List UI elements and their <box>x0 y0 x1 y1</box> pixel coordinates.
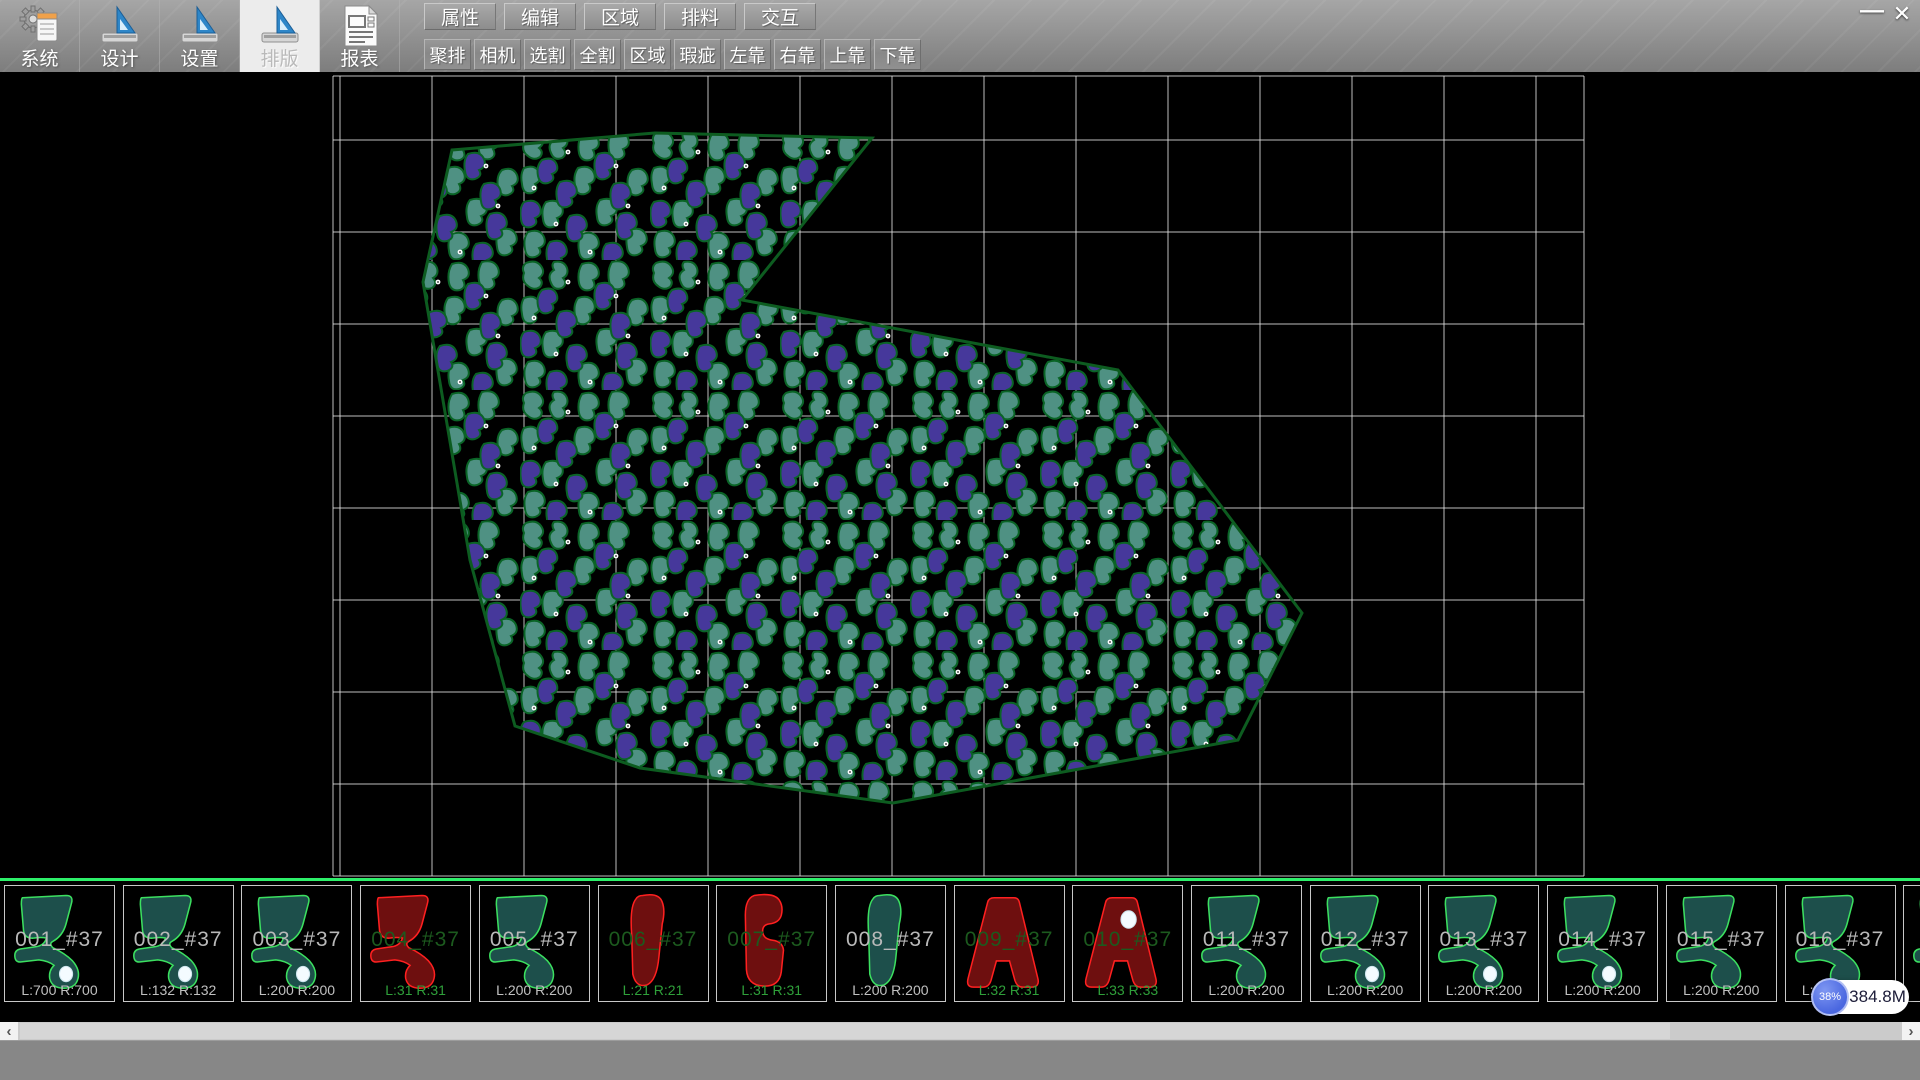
tool-snap-left[interactable]: 左靠 <box>724 39 771 70</box>
menu-nesting[interactable]: 排料 <box>664 3 736 30</box>
filmstrip-item[interactable]: 009_#37L:32 R:31 <box>954 885 1065 1002</box>
filmstrip-item[interactable]: 002_#37L:132 R:132 <box>123 885 234 1002</box>
scroll-right-button[interactable]: › <box>1902 1022 1920 1040</box>
filmstrip-item[interactable]: 001_#37L:700 R:700 <box>4 885 115 1002</box>
piece-thumbnail <box>717 886 826 1001</box>
app-nav-label: 设计 <box>80 44 159 71</box>
canvas-svg <box>0 72 1920 878</box>
filmstrip-item[interactable]: 013_#37L:200 R:200 <box>1428 885 1539 1002</box>
minimize-button[interactable]: — <box>1856 4 1888 26</box>
tool-snap-top[interactable]: 上靠 <box>824 39 871 70</box>
tool-region[interactable]: 区域 <box>624 39 671 70</box>
filmstrip-item[interactable]: 006_#37L:21 R:21 <box>598 885 709 1002</box>
memory-value: 384.8M <box>1852 980 1903 1014</box>
memory-percent-badge: 38% <box>1811 978 1849 1016</box>
menu-region[interactable]: 区域 <box>584 3 656 30</box>
app-window: 系统设计设置排版报表 属性编辑区域排料交互 聚排相机选割全割区域瑕疵左靠右靠上靠… <box>0 0 1920 1080</box>
filmstrip-item[interactable]: 015_#37L:200 R:200 <box>1666 885 1777 1002</box>
menu-interact[interactable]: 交互 <box>744 3 816 30</box>
piece-thumbnail <box>480 886 589 1001</box>
piece-thumbnail <box>1311 886 1420 1001</box>
filmstrip-accent-line <box>0 878 1920 881</box>
tool-snap-right[interactable]: 右靠 <box>774 39 821 70</box>
piece-filmstrip: 001_#37L:700 R:700002_#37L:132 R:132003_… <box>0 878 1920 1022</box>
filmstrip-item[interactable]: 011_#37L:200 R:200 <box>1191 885 1302 1002</box>
app-nav-label: 系统 <box>0 44 79 71</box>
tool-cut-all[interactable]: 全割 <box>574 39 621 70</box>
filmstrip-item[interactable]: 003_#37L:200 R:200 <box>241 885 352 1002</box>
piece-thumbnail <box>124 886 233 1001</box>
piece-thumbnail <box>836 886 945 1001</box>
menu-properties[interactable]: 属性 <box>424 3 496 30</box>
close-button[interactable]: ✕ <box>1888 2 1916 26</box>
tool-snap-bottom[interactable]: 下靠 <box>874 39 921 70</box>
tool-bar: 聚排相机选割全割区域瑕疵左靠右靠上靠下靠 <box>424 39 921 70</box>
piece-thumbnail <box>1904 886 1920 1001</box>
tool-select-cut[interactable]: 选割 <box>524 39 571 70</box>
app-nav-report[interactable]: 报表 <box>320 0 400 72</box>
filmstrip-item[interactable]: 012_#37L:200 R:200 <box>1310 885 1421 1002</box>
filmstrip-item[interactable]: 008_#37L:200 R:200 <box>835 885 946 1002</box>
piece-thumbnail <box>955 886 1064 1001</box>
piece-thumbnail <box>5 886 114 1001</box>
filmstrip-item[interactable]: 004_#37L:31 R:31 <box>360 885 471 1002</box>
nesting-canvas[interactable] <box>0 72 1920 878</box>
memory-badge[interactable]: 38% 384.8M <box>1812 980 1909 1014</box>
filmstrip-item[interactable]: 014_#37L:200 R:200 <box>1547 885 1658 1002</box>
app-nav-system[interactable]: 系统 <box>0 0 80 72</box>
hide-outline[interactable] <box>423 133 1302 803</box>
filmstrip-item[interactable]: 010_#37L:33 R:33 <box>1072 885 1183 1002</box>
horizontal-scrollbar[interactable]: ‹ › <box>0 1022 1920 1040</box>
app-nav-design[interactable]: 设计 <box>80 0 160 72</box>
app-nav-layout[interactable]: 排版 <box>240 0 320 72</box>
piece-thumbnail <box>599 886 708 1001</box>
tool-defect[interactable]: 瑕疵 <box>674 39 721 70</box>
piece-thumbnail <box>242 886 351 1001</box>
app-nav-label: 排版 <box>240 44 319 71</box>
piece-thumbnail <box>1192 886 1301 1001</box>
app-nav-label: 报表 <box>320 44 399 71</box>
toolbar: 系统设计设置排版报表 属性编辑区域排料交互 聚排相机选割全割区域瑕疵左靠右靠上靠… <box>0 0 1920 72</box>
menu-bar: 属性编辑区域排料交互 <box>424 3 816 30</box>
tool-cluster-nest[interactable]: 聚排 <box>424 39 471 70</box>
app-nav-label: 设置 <box>160 44 239 71</box>
piece-thumbnail <box>1429 886 1538 1001</box>
tool-camera[interactable]: 相机 <box>474 39 521 70</box>
scrollbar-thumb[interactable] <box>20 1023 1670 1039</box>
menu-edit[interactable]: 编辑 <box>504 3 576 30</box>
piece-thumbnail <box>361 886 470 1001</box>
scroll-left-button[interactable]: ‹ <box>0 1022 18 1040</box>
filmstrip-item[interactable]: 0L: <box>1903 885 1920 1002</box>
filmstrip-item[interactable]: 007_#37L:31 R:31 <box>716 885 827 1002</box>
filmstrip-item[interactable]: 005_#37L:200 R:200 <box>479 885 590 1002</box>
piece-thumbnail <box>1073 886 1182 1001</box>
app-nav-settings[interactable]: 设置 <box>160 0 240 72</box>
piece-thumbnail <box>1548 886 1657 1001</box>
status-bar <box>0 1040 1920 1080</box>
piece-thumbnail <box>1667 886 1776 1001</box>
